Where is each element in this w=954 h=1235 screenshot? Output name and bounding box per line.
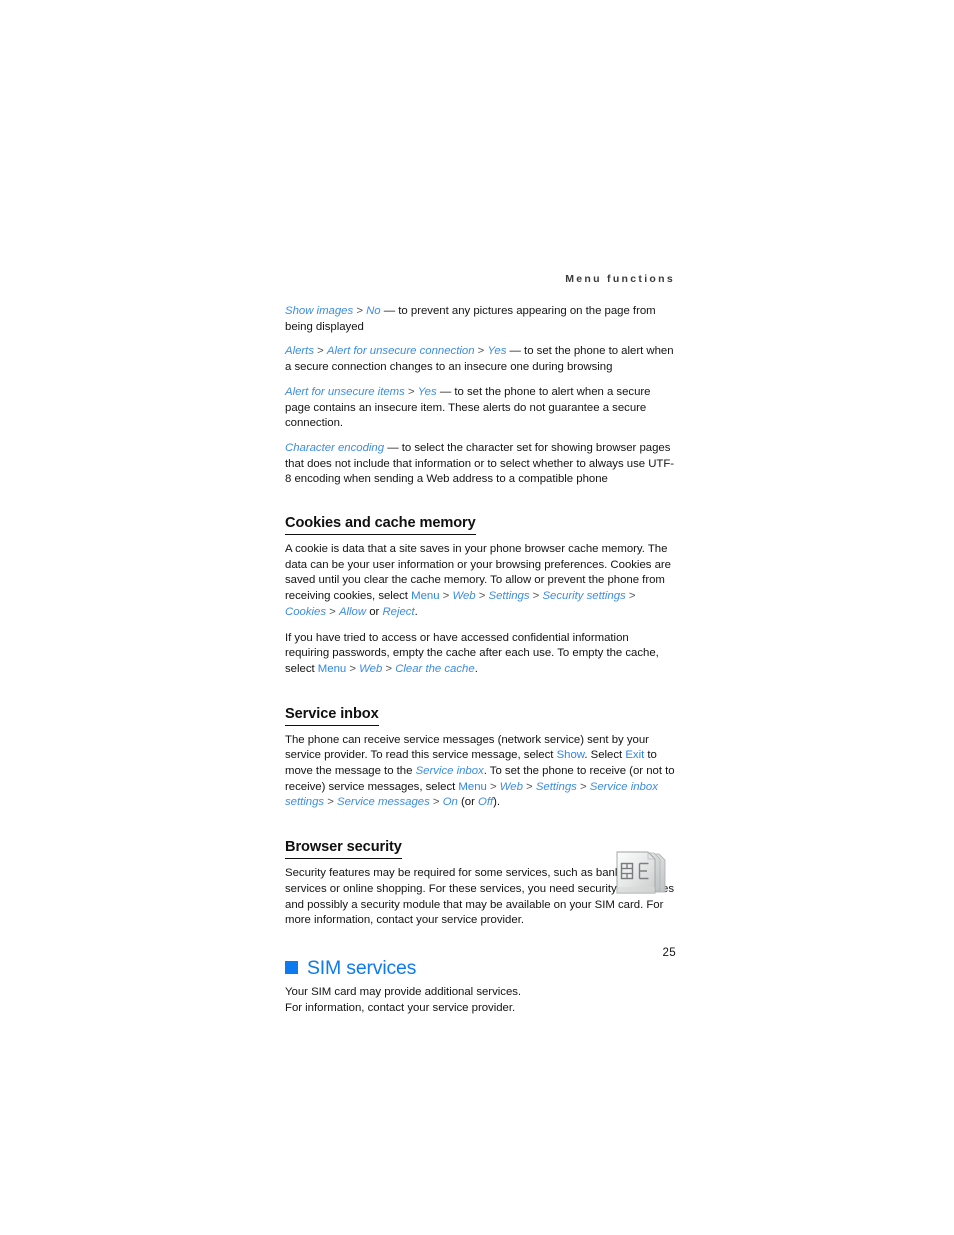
section-cookies-and-cache: Cookies and cache memory — [285, 497, 675, 542]
inline-ref: Reject — [382, 605, 415, 618]
inline-sep: > — [439, 590, 453, 603]
setting-item-character-encoding: Character encoding — to select the chara… — [285, 441, 675, 486]
inline-ref: Alert for unsecure items — [285, 385, 405, 398]
inline-ref: Allow — [338, 605, 367, 618]
inline-sep: > — [382, 662, 396, 675]
chapter-bullet-square-icon — [285, 961, 298, 975]
inline-sep: > — [522, 780, 536, 793]
inline-cmd: Menu — [411, 590, 440, 603]
paragraph-sim-services: Your SIM card may provide additional ser… — [285, 985, 522, 1014]
setting-item-alert-unsecure-items: Alert for unsecure items > Yes — to set … — [285, 385, 651, 430]
paragraph-empty-cache: If you have tried to access or have acce… — [285, 631, 659, 675]
inline-sep: > — [326, 605, 339, 618]
inline-ref: Settings — [488, 590, 530, 603]
inline-ref: Show images — [285, 305, 354, 317]
setting-item-alerts: Alerts > Alert for unsecure connection >… — [285, 345, 674, 374]
inline-sep: > — [324, 796, 338, 809]
inline-sep: > — [314, 345, 327, 358]
inline-ref: Yes — [487, 345, 507, 358]
manual-page: Menu functions Show images > No — to pre… — [0, 0, 954, 1235]
sim-card-stack-icon — [609, 847, 669, 903]
inline-ref: Web — [499, 780, 523, 793]
inline-ref: Cookies — [285, 605, 327, 618]
page-content-column: Menu functions Show images > No — to pre… — [285, 272, 675, 1026]
inline-ref: Web — [359, 662, 383, 675]
inline-sep: > — [404, 385, 418, 398]
page-number: 25 — [662, 946, 676, 959]
paragraph-service-inbox: The phone can receive service messages (… — [285, 733, 675, 809]
inline-sep: > — [346, 662, 360, 675]
heading-browser-security: Browser security — [285, 838, 402, 860]
inline-ref: Alert for unsecure connection — [326, 345, 475, 358]
heading-sim-services: SIM services — [307, 956, 417, 979]
inline-cmd: Show — [556, 749, 585, 762]
inline-cmd: Exit — [625, 749, 645, 762]
inline-ref: Service messages — [337, 796, 430, 809]
inline-ref: Service inbox — [415, 765, 484, 778]
inline-cmd: Menu — [317, 662, 347, 675]
inline-ref: Off — [478, 796, 494, 809]
setting-item-show-images: Show images > No — to prevent any pictur… — [285, 305, 656, 333]
inline-ref: Settings — [535, 780, 577, 793]
heading-cookies-and-cache: Cookies and cache memory — [285, 514, 476, 536]
inline-sep: > — [475, 590, 489, 603]
section-sim-services: SIM services — [285, 957, 675, 979]
inline-sep: > — [429, 796, 443, 809]
inline-sep: > — [486, 780, 500, 793]
inline-ref: Character encoding — [285, 441, 385, 454]
inline-ref: On — [442, 796, 458, 809]
inline-sep: > — [529, 590, 543, 603]
running-header: Menu functions — [565, 273, 675, 285]
heading-service-inbox: Service inbox — [285, 705, 379, 726]
inline-ref: Yes — [417, 385, 437, 398]
inline-ref: Security settings — [542, 590, 626, 603]
inline-ref: No — [366, 305, 381, 317]
inline-sep: > — [353, 305, 367, 317]
inline-sep: > — [474, 345, 488, 358]
inline-ref: Alerts — [285, 345, 314, 358]
inline-sep: > — [625, 590, 636, 603]
inline-cmd: Menu — [458, 780, 487, 793]
inline-ref: Web — [452, 590, 476, 603]
paragraph-cookies-definition: A cookie is data that a site saves in yo… — [285, 543, 671, 618]
browser-settings-list: Show images > No — to prevent any pictur… — [285, 304, 675, 488]
inline-sep: > — [576, 780, 590, 793]
section-service-inbox: Service inbox — [285, 688, 675, 733]
inline-ref: Clear the cache — [395, 662, 475, 675]
